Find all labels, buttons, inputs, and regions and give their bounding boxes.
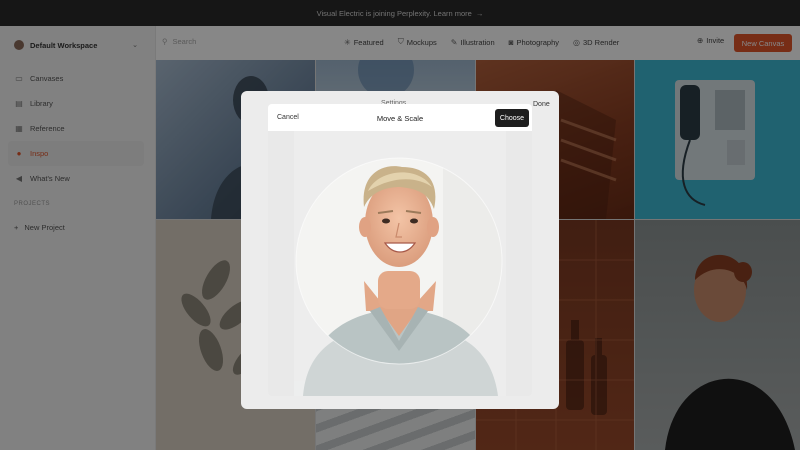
dialog-title: Move & Scale bbox=[376, 114, 424, 123]
profile-photo[interactable] bbox=[268, 131, 532, 396]
dialog-header: Cancel Move & Scale Choose bbox=[268, 104, 532, 131]
done-button[interactable]: Done bbox=[533, 101, 550, 108]
choose-button[interactable]: Choose bbox=[495, 109, 529, 127]
crop-area[interactable] bbox=[268, 131, 532, 396]
move-scale-dialog: Cancel Move & Scale Choose bbox=[268, 104, 532, 396]
